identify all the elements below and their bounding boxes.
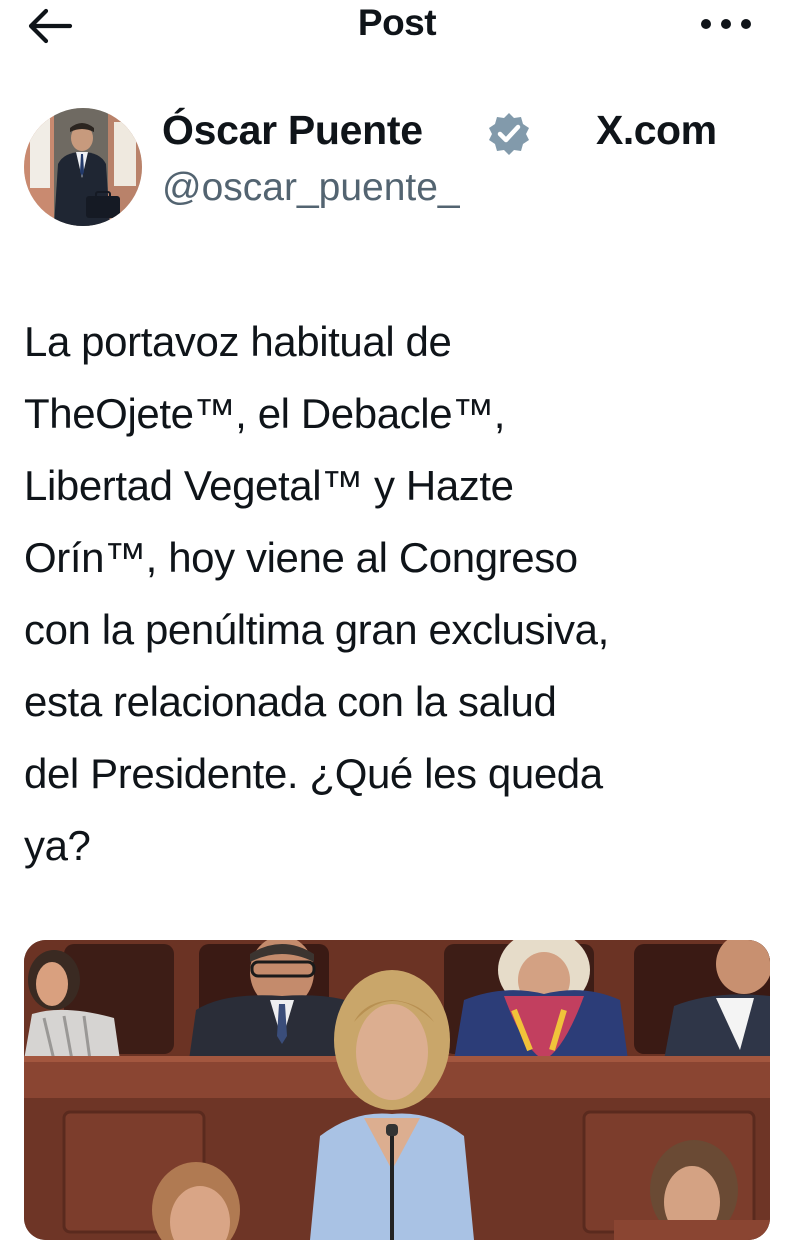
post-line: esta relacionada con la salud — [24, 678, 557, 725]
post-line: La portavoz habitual de — [24, 318, 452, 365]
more-horizontal-icon — [701, 19, 751, 29]
author-name[interactable]: Óscar Puente — [162, 107, 423, 154]
watermark-text: X.com — [596, 107, 717, 153]
post-line: Libertad Vegetal™ y Hazte — [24, 462, 514, 509]
post-line: TheOjete™, el Debacle™, — [24, 390, 506, 437]
verified-badge-icon — [489, 113, 529, 155]
post-line: del Presidente. ¿Qué les queda — [24, 750, 603, 797]
x-com-watermark: X.com — [596, 107, 717, 154]
author-handle[interactable]: @oscar_puente_ — [162, 166, 460, 210]
post-media-image[interactable] — [24, 940, 770, 1240]
page-title: Post — [357, 2, 437, 43]
post-line: ya? — [24, 822, 91, 869]
post-line: con la penúltima gran exclusiva, — [24, 606, 609, 653]
post-text: La portavoz habitual de TheOjete™, el De… — [24, 306, 784, 882]
avatar[interactable] — [24, 108, 142, 226]
top-bar: Post — [0, 0, 794, 56]
post-line: Orín™, hoy viene al Congreso — [24, 534, 578, 581]
more-options-button[interactable] — [696, 6, 756, 42]
